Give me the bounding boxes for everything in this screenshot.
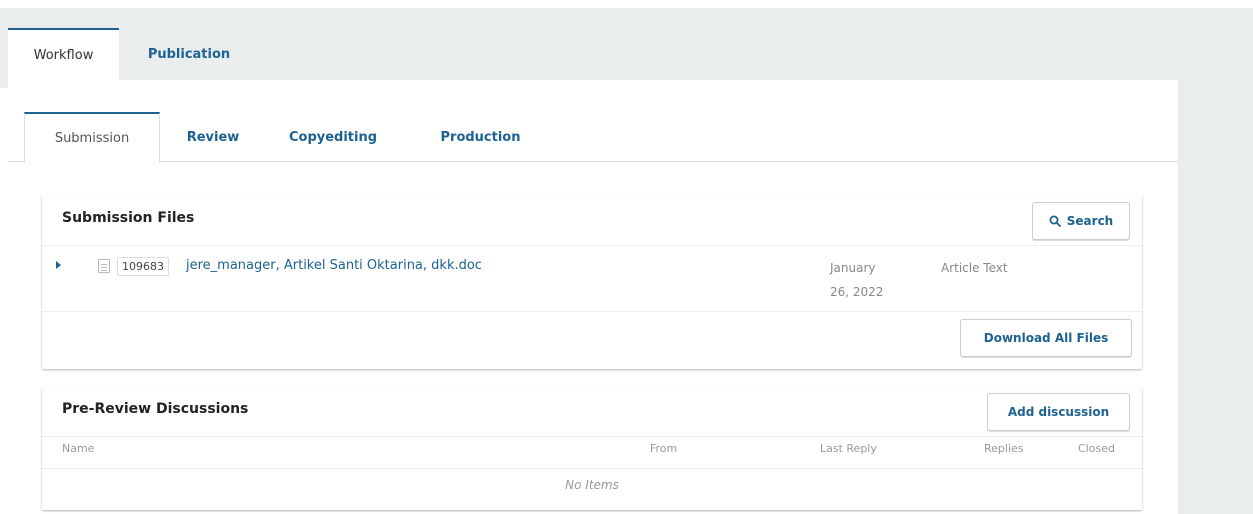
submission-stage-tabs: Submission Review Copyediting Production xyxy=(8,112,1178,163)
expand-arrow-icon[interactable] xyxy=(56,261,61,269)
column-header-closed: Closed xyxy=(1078,442,1115,455)
submission-files-title: Submission Files xyxy=(62,210,195,226)
tab-review[interactable]: Review xyxy=(173,112,253,162)
empty-state: No Items xyxy=(565,478,619,492)
search-button[interactable]: Search xyxy=(1032,202,1130,240)
divider xyxy=(42,311,1142,312)
pre-review-discussions-panel: Pre-Review Discussions Add discussion Na… xyxy=(42,388,1142,510)
tab-submission[interactable]: Submission xyxy=(24,112,160,163)
column-header-name: Name xyxy=(62,442,95,455)
search-button-label: Search xyxy=(1066,214,1114,228)
add-discussion-button[interactable]: Add discussion xyxy=(987,393,1130,431)
search-icon xyxy=(1049,215,1061,227)
column-header-replies: Replies xyxy=(984,442,1024,455)
divider xyxy=(42,436,1142,437)
column-header-last-reply: Last Reply xyxy=(820,442,877,455)
divider xyxy=(42,245,1142,246)
file-date-line2: 26, 2022 xyxy=(830,285,884,299)
tab-workflow[interactable]: Workflow xyxy=(8,28,119,80)
download-all-files-button[interactable]: Download All Files xyxy=(960,319,1132,357)
file-name-link[interactable]: jere_manager, Artikel Santi Oktarina, dk… xyxy=(186,258,482,273)
divider xyxy=(42,468,1142,469)
tab-publication[interactable]: Publication xyxy=(124,28,254,80)
file-type: Article Text xyxy=(941,261,1008,275)
file-id: 109683 xyxy=(117,257,169,276)
discussions-title: Pre-Review Discussions xyxy=(62,401,249,417)
file-icon xyxy=(98,259,110,273)
tab-copyediting[interactable]: Copyediting xyxy=(278,112,388,162)
column-header-from: From xyxy=(650,442,678,455)
right-gutter xyxy=(1178,80,1253,514)
submission-files-panel: Submission Files Search 109683 jere_mana… xyxy=(42,195,1142,369)
tab-production[interactable]: Production xyxy=(428,112,533,162)
file-date-line1: January xyxy=(830,261,876,275)
